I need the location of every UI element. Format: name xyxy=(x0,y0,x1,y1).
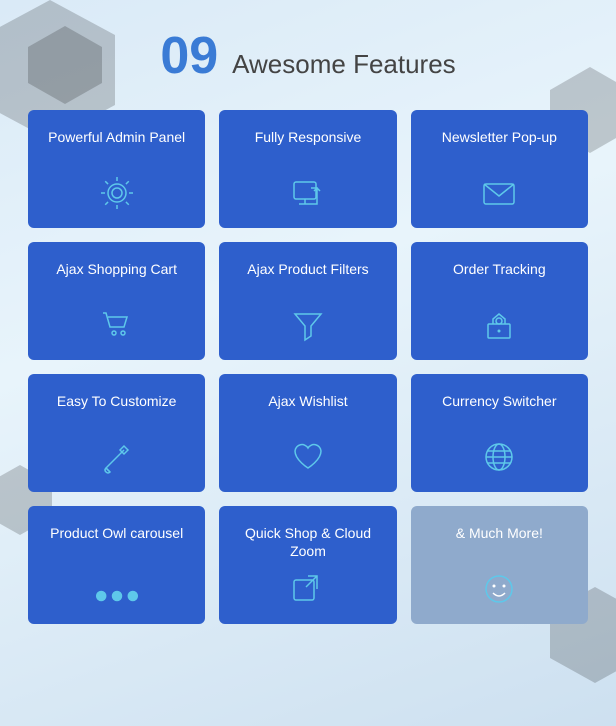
gear-icon xyxy=(98,174,136,212)
feature-card-ajax-product-filters: Ajax Product Filters xyxy=(219,242,396,360)
feature-card-currency-switcher: Currency Switcher xyxy=(411,374,588,492)
email-icon xyxy=(480,174,518,212)
feature-label-currency-switcher: Currency Switcher xyxy=(442,392,556,430)
feature-label-newsletter-popup: Newsletter Pop-up xyxy=(442,128,557,166)
header-title: Awesome Features xyxy=(232,49,456,80)
header: 09 Awesome Features xyxy=(20,30,596,82)
cart-icon xyxy=(98,306,136,344)
tools-icon xyxy=(98,438,136,476)
feature-label-easy-to-customize: Easy To Customize xyxy=(57,392,177,430)
feature-card-much-more: & Much More! xyxy=(411,506,588,624)
feature-label-order-tracking: Order Tracking xyxy=(453,260,546,298)
feature-label-ajax-wishlist: Ajax Wishlist xyxy=(268,392,347,430)
feature-card-order-tracking: Order Tracking xyxy=(411,242,588,360)
heart-icon xyxy=(289,438,327,476)
feature-label-product-owl-carousel: Product Owl carousel xyxy=(50,524,183,562)
feature-card-product-owl-carousel: Product Owl carousel xyxy=(28,506,205,624)
feature-label-powerful-admin-panel: Powerful Admin Panel xyxy=(48,128,185,166)
feature-card-quick-shop-cloud-zoom: Quick Shop & Cloud Zoom xyxy=(219,506,396,624)
feature-card-ajax-shopping-cart: Ajax Shopping Cart xyxy=(28,242,205,360)
share-icon xyxy=(289,570,327,608)
smile-icon xyxy=(480,570,518,608)
feature-card-ajax-wishlist: Ajax Wishlist xyxy=(219,374,396,492)
feature-label-much-more: & Much More! xyxy=(456,524,543,562)
features-grid: Powerful Admin Panel Fully Responsive xyxy=(28,110,588,624)
feature-label-ajax-product-filters: Ajax Product Filters xyxy=(247,260,368,298)
responsive-icon xyxy=(289,174,327,212)
dots-icon xyxy=(92,584,142,608)
feature-label-quick-shop-cloud-zoom: Quick Shop & Cloud Zoom xyxy=(231,524,384,562)
feature-card-newsletter-popup: Newsletter Pop-up xyxy=(411,110,588,228)
globe-icon xyxy=(480,438,518,476)
feature-label-ajax-shopping-cart: Ajax Shopping Cart xyxy=(56,260,177,298)
page-wrapper: 09 Awesome Features Powerful Admin Panel… xyxy=(0,0,616,654)
feature-card-easy-to-customize: Easy To Customize xyxy=(28,374,205,492)
filter-icon xyxy=(289,306,327,344)
tracking-icon xyxy=(480,306,518,344)
feature-count: 09 xyxy=(160,30,218,82)
feature-label-fully-responsive: Fully Responsive xyxy=(255,128,362,166)
feature-card-fully-responsive: Fully Responsive xyxy=(219,110,396,228)
feature-card-powerful-admin-panel: Powerful Admin Panel xyxy=(28,110,205,228)
